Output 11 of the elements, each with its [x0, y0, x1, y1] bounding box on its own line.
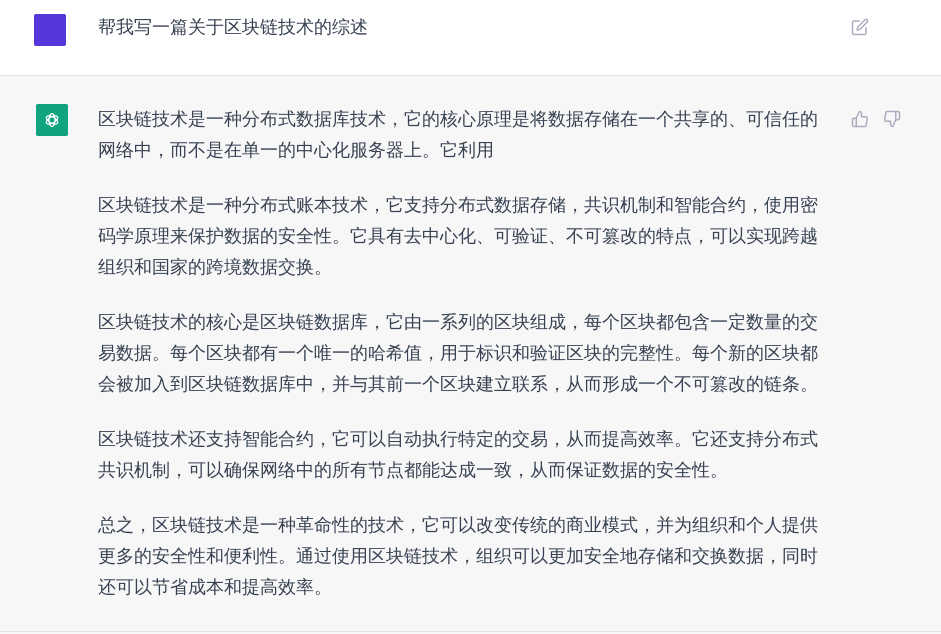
user-avatar	[34, 14, 66, 46]
message-text: 区块链技术是一种分布式账本技术，它支持分布式数据存储，共识机制和智能合约，使用密码学原理来保护数据的安全性。它具有去中心化、可验证、不可篡改的特点，可以实现跨越组织和国家的跨境数据交换。	[98, 194, 819, 280]
message-text: 总之，区块链技术是一种革命性的技术，它可以改变传统的商业模式，并为组织和个人提供更多的安全性和便利性。通过使用区块链技术，组织可以更加安全地存储和交换数据，同时还可以节省成本和提高效率。	[98, 514, 819, 600]
thumbs-down-icon[interactable]	[883, 110, 901, 128]
knot-logo-icon	[43, 111, 61, 129]
edit-icon[interactable]	[851, 18, 869, 36]
message-text: 区块链技术还支持智能合约，它可以自动执行特定的交易，从而提高效率。它还支持分布式共识机制，可以确保网络中的所有节点都能达成一致，从而保证数据的安全性。	[98, 428, 819, 483]
thumbs-up-icon[interactable]	[851, 110, 869, 128]
message-text: 帮我写一篇关于区块链技术的综述	[98, 16, 369, 40]
message-text: 区块链技术的核心是区块链数据库，它由一系列的区块组成，每个区块都包含一定数量的交易数据。每个区块都有一个唯一的哈希值，用于标识和验证区块的完整性。每个新的区块都会被加入到区块链数据库中，并与其前一个区块建立联系，从而形成一个不可篡改的链条。	[98, 311, 819, 397]
message-text: 区块链技术是一种分布式数据库技术，它的核心原理是将数据存储在一个共享的、可信任的网络中，而不是在单一的中心化服务器上。它利用	[98, 108, 819, 163]
